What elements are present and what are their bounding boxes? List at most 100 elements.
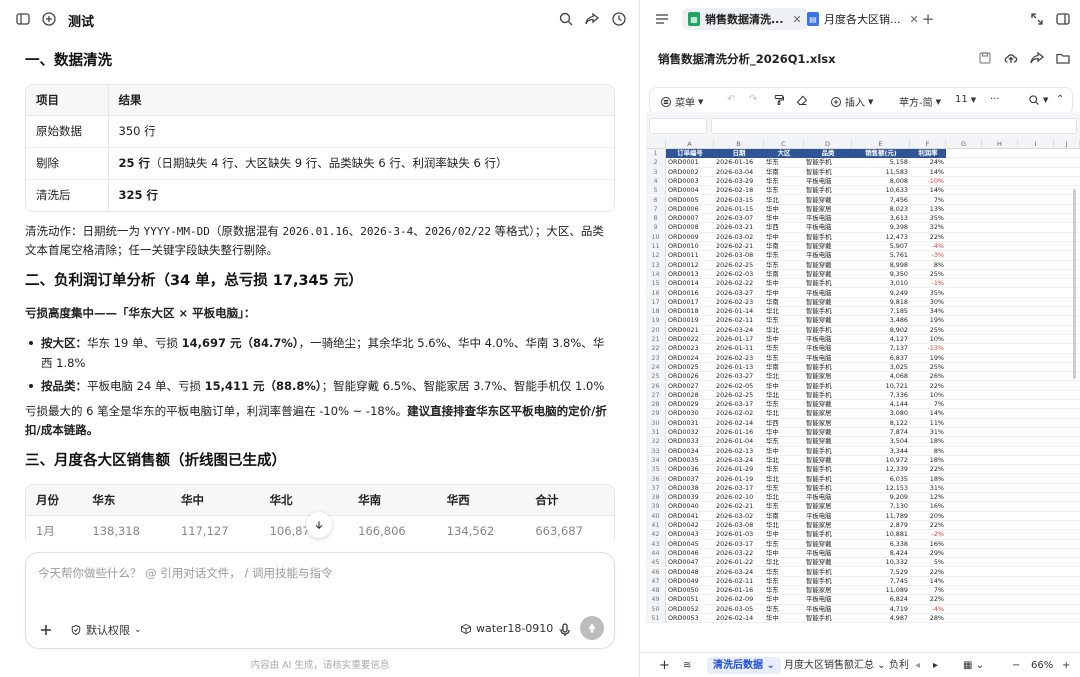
table-cell[interactable]: 智能穿戴 <box>806 242 850 251</box>
table-cell[interactable]: 智能家居 <box>806 586 850 595</box>
row-number[interactable]: 29 <box>646 409 666 419</box>
upload-icon[interactable] <box>1002 49 1020 67</box>
table-cell[interactable]: 25% <box>912 326 944 335</box>
table-cell[interactable]: 华南 <box>766 512 802 521</box>
table-cell[interactable]: 31% <box>912 428 944 437</box>
sheet-grid[interactable]: ABCDEFGHIJ 1 订单编号 日期 大区 品类 销售额(元) 利润率 2 ORD0001 2… <box>646 139 1080 652</box>
table-cell[interactable]: 华北 <box>766 196 802 205</box>
table-cell[interactable]: 2026-02-14 <box>716 419 762 428</box>
sheet-tab-cleaned[interactable]: 清洗后数据 ⌄ <box>707 657 781 674</box>
table-cell[interactable]: 9,209 <box>854 493 908 502</box>
table-cell[interactable]: ORD0008 <box>668 223 712 232</box>
table-cell[interactable]: 6,035 <box>854 475 908 484</box>
table-cell[interactable]: ORD0004 <box>668 186 712 195</box>
table-cell[interactable]: 平板电脑 <box>806 605 850 614</box>
table-cell[interactable]: ORD0028 <box>668 391 712 400</box>
table-cell[interactable]: 22% <box>912 233 944 242</box>
table-cell[interactable]: 2026-03-17 <box>716 484 762 493</box>
table-cell[interactable]: 智能手机 <box>806 168 850 177</box>
table-cell[interactable]: 华东 <box>766 261 802 270</box>
table-cell[interactable]: ORD0014 <box>668 279 712 288</box>
close-icon[interactable]: ✕ <box>910 13 919 26</box>
table-cell[interactable]: 智能手机 <box>806 326 850 335</box>
table-cell[interactable]: 7,137 <box>854 344 908 353</box>
table-cell[interactable]: 2026-02-21 <box>716 242 762 251</box>
table-cell[interactable]: 日期 <box>714 149 764 159</box>
column-header[interactable]: J <box>1054 139 1080 149</box>
column-header[interactable]: E <box>852 139 910 149</box>
table-cell[interactable]: ORD0018 <box>668 307 712 316</box>
table-cell[interactable]: 华北 <box>766 372 802 381</box>
table-cell[interactable]: ORD0048 <box>668 568 712 577</box>
row-number[interactable]: 28 <box>646 400 666 410</box>
table-cell[interactable]: 2026-03-02 <box>716 233 762 242</box>
table-cell[interactable]: 2026-02-23 <box>716 298 762 307</box>
row-number[interactable]: 15 <box>646 279 666 289</box>
row-number[interactable]: 4 <box>646 176 666 187</box>
table-cell[interactable]: 2026-02-11 <box>716 316 762 325</box>
table-cell[interactable]: 12,339 <box>854 465 908 474</box>
table-cell[interactable]: 华中 <box>766 279 802 288</box>
table-cell[interactable]: 销售额(元) <box>852 149 910 159</box>
table-cell[interactable]: 华东 <box>766 484 802 493</box>
table-cell[interactable]: 10% <box>912 391 944 400</box>
table-cell[interactable]: 2026-03-24 <box>716 326 762 335</box>
row-number[interactable]: 19 <box>646 316 666 326</box>
table-cell[interactable]: 25% <box>912 270 944 279</box>
table-cell[interactable]: 35% <box>912 289 944 298</box>
menu-button[interactable]: 菜单 ▼ <box>660 94 703 109</box>
table-cell[interactable]: 10,332 <box>854 558 908 567</box>
scroll-right-icon[interactable]: ▸ <box>927 657 944 674</box>
row-number[interactable]: 49 <box>646 595 666 605</box>
table-cell[interactable]: 平板电脑 <box>806 549 850 558</box>
table-cell[interactable]: 14% <box>912 409 944 418</box>
table-cell[interactable]: 6,824 <box>854 595 908 604</box>
table-cell[interactable]: 2026-01-16 <box>716 586 762 595</box>
table-cell[interactable]: 智能穿戴 <box>806 400 850 409</box>
table-cell[interactable]: ORD0047 <box>668 558 712 567</box>
row-number[interactable]: 46 <box>646 567 666 577</box>
table-cell[interactable]: 2026-03-08 <box>716 521 762 530</box>
table-cell[interactable]: ORD0051 <box>668 595 712 604</box>
table-cell[interactable]: 2026-03-21 <box>716 223 762 232</box>
column-header[interactable]: C <box>764 139 804 149</box>
history-icon[interactable] <box>610 10 628 28</box>
table-cell[interactable]: 智能穿戴 <box>806 196 850 205</box>
table-cell[interactable]: 2026-03-17 <box>716 540 762 549</box>
table-cell[interactable]: 华中 <box>766 382 802 391</box>
table-cell[interactable]: 14% <box>912 577 944 586</box>
row-number[interactable]: 9 <box>646 223 666 233</box>
table-cell[interactable]: 华东 <box>766 316 802 325</box>
row-number[interactable]: 3 <box>646 167 666 177</box>
table-cell[interactable]: 2026-01-16 <box>716 158 762 167</box>
table-cell[interactable]: 4,719 <box>854 605 908 614</box>
table-cell[interactable]: 8,998 <box>854 261 908 270</box>
column-header[interactable]: D <box>804 139 852 149</box>
table-cell[interactable]: 2026-01-19 <box>716 475 762 484</box>
table-cell[interactable]: 2026-02-09 <box>716 595 762 604</box>
sidebar-toggle-icon[interactable] <box>14 10 32 28</box>
table-cell[interactable]: 10,972 <box>854 456 908 465</box>
add-sheet-icon[interactable]: + <box>653 657 676 674</box>
table-cell[interactable]: 2,879 <box>854 521 908 530</box>
table-cell[interactable]: 华南 <box>766 363 802 372</box>
table-cell[interactable]: ORD0035 <box>668 456 712 465</box>
table-cell[interactable]: 8,008 <box>854 177 908 186</box>
row-number[interactable]: 27 <box>646 390 666 401</box>
table-cell[interactable]: 智能穿戴 <box>806 270 850 279</box>
table-cell[interactable]: 3,010 <box>854 279 908 288</box>
table-cell[interactable]: 10,881 <box>854 530 908 539</box>
table-cell[interactable]: 华北 <box>766 391 802 400</box>
row-number[interactable]: 23 <box>646 353 666 363</box>
eraser-icon[interactable] <box>796 94 808 106</box>
table-cell[interactable]: ORD0036 <box>668 465 712 474</box>
table-cell[interactable]: 7% <box>912 196 944 205</box>
table-cell[interactable]: 智能穿戴 <box>806 437 850 446</box>
table-cell[interactable]: 订单编号 <box>666 149 714 159</box>
table-cell[interactable]: 平板电脑 <box>806 335 850 344</box>
composer-input[interactable]: 今天帮你做些什么？ @ 引用对话文件， / 调用技能与指令 <box>38 565 333 581</box>
table-cell[interactable]: ORD0013 <box>668 270 712 279</box>
row-number[interactable]: 11 <box>646 242 666 252</box>
row-number[interactable]: 13 <box>646 260 666 270</box>
save-icon[interactable] <box>976 49 994 67</box>
